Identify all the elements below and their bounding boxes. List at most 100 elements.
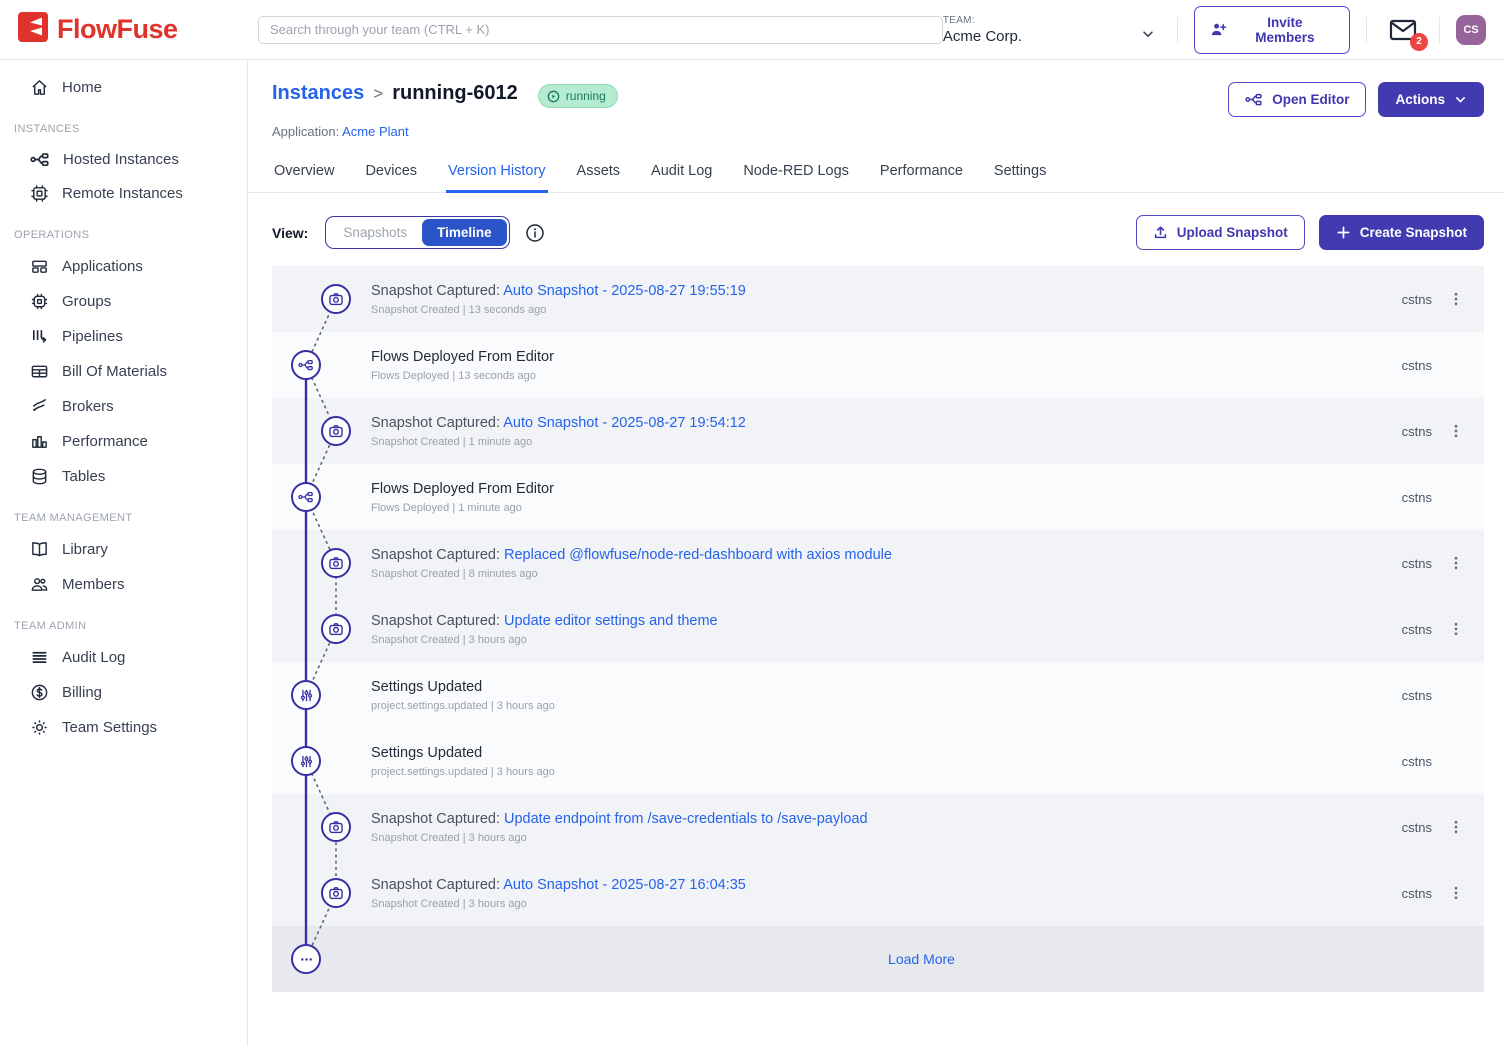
- load-more-link[interactable]: Load More: [888, 951, 955, 967]
- divider: [1366, 17, 1367, 43]
- sidebar-item-applications[interactable]: Applications: [0, 249, 247, 284]
- bill-of-materials-icon: [30, 362, 49, 381]
- timeline-row-body: Snapshot Captured: Replaced @flowfuse/no…: [371, 547, 892, 580]
- invite-members-button[interactable]: Invite Members: [1194, 6, 1350, 54]
- sidebar-item-library[interactable]: Library: [0, 532, 247, 567]
- chevron-down-icon: [1141, 27, 1155, 46]
- sidebar-item-label: Groups: [62, 293, 111, 310]
- row-menu-button[interactable]: [1440, 819, 1472, 835]
- timeline-row-body: Flows Deployed From EditorFlows Deployed…: [371, 481, 554, 514]
- sidebar-item-label: Applications: [62, 258, 143, 275]
- sidebar-item-label: Remote Instances: [62, 185, 183, 202]
- sidebar-section: OPERATIONSApplicationsGroupsPipelinesBil…: [0, 211, 247, 494]
- upload-snapshot-button[interactable]: Upload Snapshot: [1136, 215, 1305, 250]
- tab-overview[interactable]: Overview: [272, 155, 336, 192]
- sidebar-section-title: TEAM ADMIN: [0, 602, 247, 640]
- search-input[interactable]: [258, 16, 943, 44]
- sidebar-item-home[interactable]: Home: [0, 70, 247, 105]
- topbar-right: TEAM: Acme Corp. Invite Members 2: [943, 6, 1486, 54]
- timeline-row-meta: Snapshot Created | 3 hours ago: [371, 634, 718, 646]
- sidebar-item-label: Hosted Instances: [63, 151, 179, 168]
- event-title: Flows Deployed From Editor: [371, 481, 554, 497]
- timeline-row-meta: Snapshot Created | 3 hours ago: [371, 898, 746, 910]
- sidebar-item-audit-log[interactable]: Audit Log: [0, 640, 247, 675]
- timeline-row-title: Settings Updated: [371, 679, 555, 695]
- sidebar-item-label: Pipelines: [62, 328, 123, 345]
- timeline-row-title: Snapshot Captured: Auto Snapshot - 2025-…: [371, 877, 746, 893]
- status-running-icon: [547, 90, 560, 103]
- timeline-row-body: Snapshot Captured: Auto Snapshot - 2025-…: [371, 283, 746, 316]
- row-user: cstns: [1402, 688, 1432, 703]
- snapshot-link[interactable]: Auto Snapshot - 2025-08-27 19:55:19: [503, 283, 746, 299]
- snapshot-link[interactable]: Replaced @flowfuse/node-red-dashboard wi…: [504, 547, 892, 563]
- timeline-row-body: Snapshot Captured: Auto Snapshot - 2025-…: [371, 415, 746, 448]
- camera-icon: [321, 284, 351, 314]
- info-icon[interactable]: [525, 223, 545, 243]
- application-label: Application:: [272, 124, 339, 139]
- sidebar-item-brokers[interactable]: Brokers: [0, 389, 247, 424]
- tab-devices[interactable]: Devices: [363, 155, 419, 192]
- row-menu-button[interactable]: [1440, 621, 1472, 637]
- timeline-row-right: cstns: [1402, 687, 1472, 703]
- timeline-row-meta: Flows Deployed | 13 seconds ago: [371, 370, 554, 382]
- create-snapshot-button[interactable]: Create Snapshot: [1319, 215, 1484, 250]
- sidebar-item-label: Audit Log: [62, 649, 125, 666]
- snapshot-link[interactable]: Update endpoint from /save-credentials t…: [504, 811, 868, 827]
- tab-audit-log[interactable]: Audit Log: [649, 155, 714, 192]
- row-menu-button[interactable]: [1440, 291, 1472, 307]
- timeline-row-body: Snapshot Captured: Update endpoint from …: [371, 811, 868, 844]
- flowfuse-logo[interactable]: FlowFuse: [18, 12, 258, 47]
- sidebar-item-tables[interactable]: Tables: [0, 459, 247, 494]
- row-user: cstns: [1402, 886, 1432, 901]
- tab-performance[interactable]: Performance: [878, 155, 965, 192]
- sidebar-item-billing[interactable]: Billing: [0, 675, 247, 710]
- sidebar-item-hosted-instances[interactable]: Hosted Instances: [0, 143, 247, 176]
- timeline-row-title: Flows Deployed From Editor: [371, 481, 554, 497]
- view-option-timeline[interactable]: Timeline: [422, 219, 507, 246]
- breadcrumb-instances-link[interactable]: Instances: [272, 82, 364, 105]
- snapshot-link[interactable]: Auto Snapshot - 2025-08-27 16:04:35: [503, 877, 746, 893]
- team-selector[interactable]: TEAM: Acme Corp.: [943, 15, 1161, 45]
- user-avatar[interactable]: CS: [1456, 15, 1486, 45]
- row-menu-button[interactable]: [1440, 423, 1472, 439]
- view-option-snapshots[interactable]: Snapshots: [328, 219, 422, 246]
- timeline-row-right: cstns: [1402, 819, 1472, 835]
- sidebar-item-performance[interactable]: Performance: [0, 424, 247, 459]
- sidebar-item-bill-of-materials[interactable]: Bill Of Materials: [0, 354, 247, 389]
- timeline-row: Snapshot Captured: Auto Snapshot - 2025-…: [272, 398, 1484, 464]
- upload-snapshot-label: Upload Snapshot: [1177, 225, 1288, 240]
- timeline-row: Settings Updatedproject.settings.updated…: [272, 728, 1484, 794]
- timeline-row-meta: project.settings.updated | 3 hours ago: [371, 700, 555, 712]
- create-snapshot-label: Create Snapshot: [1360, 225, 1467, 240]
- sidebar-item-pipelines[interactable]: Pipelines: [0, 319, 247, 354]
- tab-version-history[interactable]: Version History: [446, 155, 548, 192]
- row-menu-button[interactable]: [1440, 885, 1472, 901]
- tab-assets[interactable]: Assets: [575, 155, 623, 192]
- tab-node-red-logs[interactable]: Node-RED Logs: [741, 155, 851, 192]
- notifications-button[interactable]: 2: [1389, 18, 1417, 42]
- open-editor-label: Open Editor: [1272, 92, 1349, 107]
- sidebar-section: TEAM MANAGEMENTLibraryMembers: [0, 494, 247, 602]
- timeline-list: Snapshot Captured: Auto Snapshot - 2025-…: [272, 266, 1484, 992]
- snapshot-link[interactable]: Auto Snapshot - 2025-08-27 19:54:12: [503, 415, 746, 431]
- sidebar-item-groups[interactable]: Groups: [0, 284, 247, 319]
- timeline-row-meta: project.settings.updated | 3 hours ago: [371, 766, 555, 778]
- actions-label: Actions: [1395, 92, 1445, 107]
- sidebar-item-remote-instances[interactable]: Remote Instances: [0, 176, 247, 211]
- open-editor-button[interactable]: Open Editor: [1228, 82, 1366, 117]
- timeline-row: Settings Updated project.settings.updated…: [272, 662, 1484, 728]
- application-link[interactable]: Acme Plant: [342, 124, 408, 139]
- tab-settings[interactable]: Settings: [992, 155, 1048, 192]
- divider: [1177, 17, 1178, 43]
- sidebar-item-team-settings[interactable]: Team Settings: [0, 710, 247, 745]
- sidebar-item-members[interactable]: Members: [0, 567, 247, 602]
- home-icon: [30, 78, 49, 97]
- row-menu-button[interactable]: [1440, 555, 1472, 571]
- node-red-icon: [291, 482, 321, 512]
- actions-button[interactable]: Actions: [1378, 82, 1484, 117]
- view-toggle: SnapshotsTimeline: [325, 216, 509, 249]
- view-label: View:: [272, 225, 308, 241]
- snapshot-link[interactable]: Update editor settings and theme: [504, 613, 718, 629]
- timeline-row: Snapshot Captured: Auto Snapshot - 2025-…: [272, 266, 1484, 332]
- timeline-row-title: Snapshot Captured: Auto Snapshot - 2025-…: [371, 283, 746, 299]
